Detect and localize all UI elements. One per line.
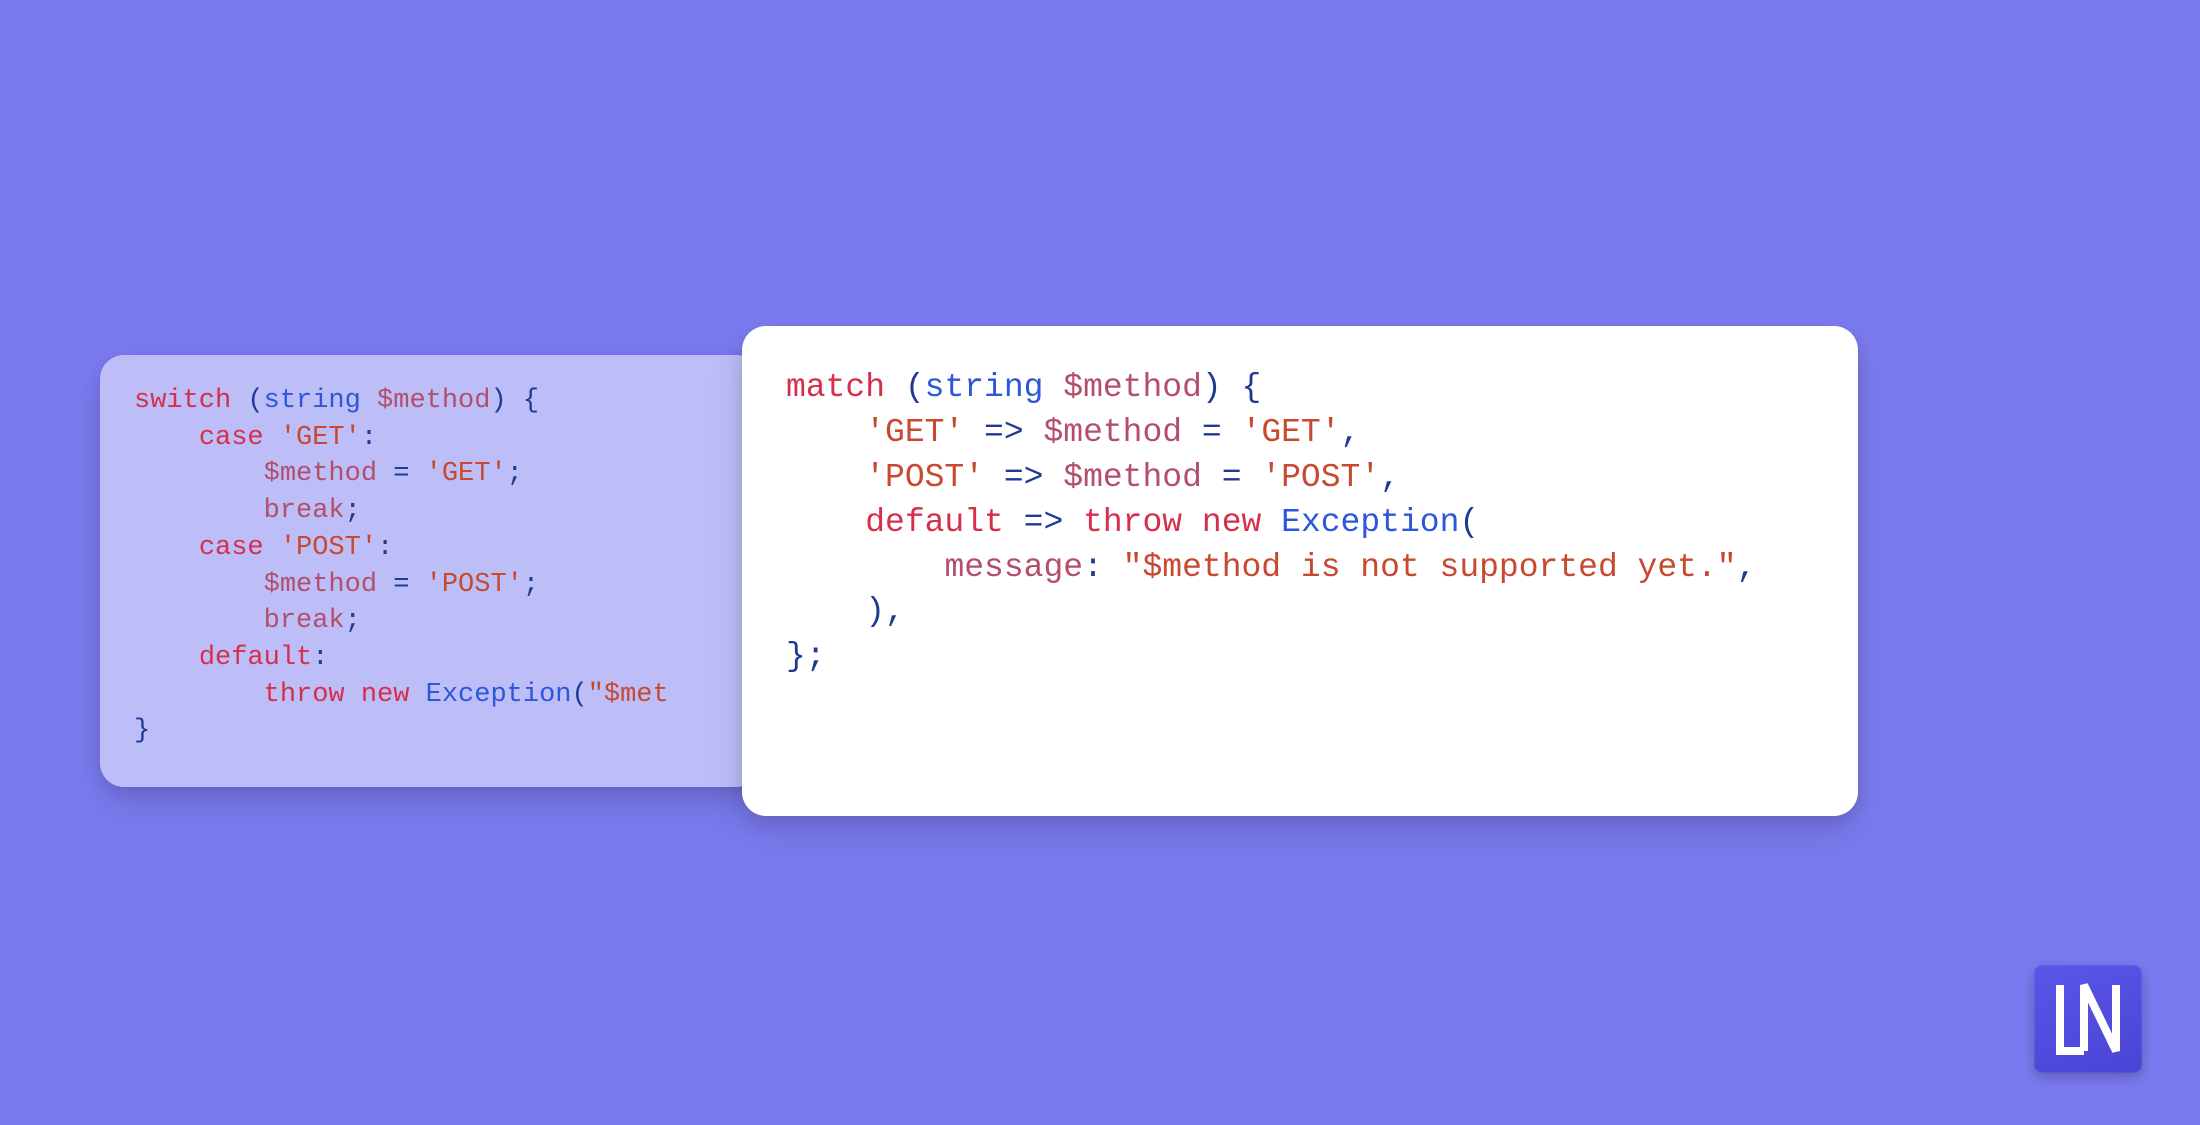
str-get: 'GET': [280, 423, 361, 453]
named-arg-message: message: [944, 549, 1083, 586]
canvas: switch (string $method) { case 'GET': $m…: [0, 0, 2200, 1125]
code-card-match: match (string $method) { 'GET' => $metho…: [742, 326, 1858, 816]
brand-logo: [2034, 965, 2142, 1073]
class-exception: Exception: [426, 680, 572, 710]
kw-throw: throw: [264, 680, 345, 710]
str-post: 'POST': [280, 533, 377, 563]
kw-case: case: [199, 423, 264, 453]
code-block-match: match (string $method) { 'GET' => $metho…: [786, 366, 1814, 680]
ln-logo-icon: [2034, 965, 2142, 1073]
kw-new: new: [361, 680, 410, 710]
kw-switch: switch: [134, 386, 231, 416]
kw-default: default: [199, 643, 312, 673]
code-card-switch: switch (string $method) { case 'GET': $m…: [100, 355, 760, 787]
var-method: $method: [377, 386, 490, 416]
code-block-switch: switch (string $method) { case 'GET': $m…: [134, 383, 726, 750]
str-message: "$method is not supported yet.": [1123, 549, 1737, 586]
kw-break: break: [264, 496, 345, 526]
kw-match: match: [786, 369, 885, 406]
type-string: string: [264, 386, 361, 416]
